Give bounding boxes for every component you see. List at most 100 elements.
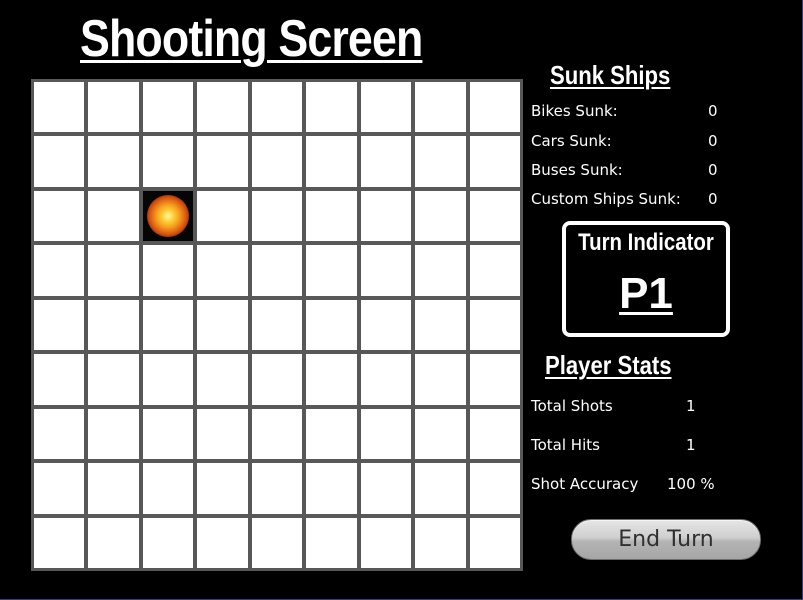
grid-cell[interactable] [469,517,520,568]
grid-cell[interactable] [360,190,412,242]
grid-cell[interactable] [88,463,139,514]
grid-cell[interactable] [88,245,139,296]
grid-cell[interactable] [415,245,466,296]
game-window: Shooting Screen Sunk Ships Bikes Sunk: 0… [0,0,803,600]
grid-cell[interactable] [469,136,520,187]
grid-cell[interactable] [142,190,194,242]
grid-cell[interactable] [360,408,412,460]
grid-cell[interactable] [197,82,248,133]
grid-cell[interactable] [142,245,194,296]
grid-cell[interactable] [34,136,85,187]
turn-indicator: Turn Indicator P1 [562,221,730,337]
grid-cell[interactable] [34,408,85,460]
grid-cell[interactable] [360,299,412,351]
shot-accuracy-value: 100 % [667,475,715,493]
grid-cell[interactable] [360,245,412,296]
grid-cell[interactable] [34,463,85,514]
grid-cell[interactable] [306,245,357,296]
grid-cell[interactable] [469,190,520,242]
grid-cell[interactable] [197,517,248,568]
grid-cell[interactable] [469,354,520,405]
cars-sunk-value: 0 [708,132,718,150]
total-hits-label: Total Hits [531,436,600,454]
grid-cell[interactable] [142,463,194,514]
grid-cell[interactable] [415,136,466,187]
grid-cell[interactable] [469,82,520,133]
grid-cell[interactable] [251,463,303,514]
grid-cell[interactable] [306,517,357,568]
grid-cell[interactable] [197,463,248,514]
grid-cell[interactable] [415,408,466,460]
grid-cell[interactable] [197,299,248,351]
grid-cell[interactable] [34,245,85,296]
grid-cell[interactable] [469,408,520,460]
buses-sunk-label: Buses Sunk: [531,161,623,179]
grid-cell[interactable] [251,517,303,568]
grid-cell[interactable] [197,190,248,242]
grid-cell[interactable] [34,190,85,242]
grid-cell[interactable] [306,354,357,405]
grid-cell[interactable] [415,517,466,568]
grid-cell[interactable] [34,82,85,133]
bikes-sunk-label: Bikes Sunk: [531,102,618,120]
grid-cell[interactable] [360,354,412,405]
grid-cell[interactable] [415,354,466,405]
explosion-icon [146,194,190,238]
grid-cell[interactable] [197,354,248,405]
cars-sunk-label: Cars Sunk: [531,132,612,150]
grid-cell[interactable] [251,354,303,405]
grid-cell[interactable] [34,299,85,351]
grid-cell[interactable] [142,408,194,460]
grid-cell[interactable] [306,82,357,133]
grid-cell[interactable] [88,190,139,242]
grid-cell[interactable] [88,136,139,187]
grid-cell[interactable] [197,245,248,296]
grid-cell[interactable] [306,299,357,351]
sunk-ships-heading: Sunk Ships [550,60,671,90]
custom-ships-sunk-label: Custom Ships Sunk: [531,190,681,208]
grid-cell[interactable] [251,190,303,242]
grid-cell[interactable] [360,517,412,568]
shooting-grid [31,79,523,571]
grid-cell[interactable] [88,408,139,460]
total-shots-value: 1 [686,397,696,415]
grid-cell[interactable] [415,190,466,242]
grid-cell[interactable] [251,408,303,460]
grid-cell[interactable] [197,136,248,187]
grid-cell[interactable] [142,82,194,133]
grid-cell[interactable] [360,463,412,514]
grid-cell[interactable] [88,354,139,405]
buses-sunk-value: 0 [708,161,718,179]
grid-cell[interactable] [142,354,194,405]
grid-cell[interactable] [197,408,248,460]
grid-cell[interactable] [251,82,303,133]
grid-cell[interactable] [88,299,139,351]
grid-cell[interactable] [142,136,194,187]
grid-cell[interactable] [469,463,520,514]
grid-cell[interactable] [306,463,357,514]
grid-cell[interactable] [415,463,466,514]
shot-accuracy-label: Shot Accuracy [531,475,639,493]
total-shots-label: Total Shots [531,397,613,415]
grid-cell[interactable] [360,82,412,133]
grid-cell[interactable] [306,136,357,187]
grid-cell[interactable] [415,82,466,133]
grid-cell[interactable] [360,136,412,187]
grid-cell[interactable] [142,299,194,351]
grid-cell[interactable] [415,299,466,351]
grid-cell[interactable] [34,354,85,405]
grid-cell[interactable] [142,517,194,568]
grid-cell[interactable] [251,136,303,187]
grid-cell[interactable] [34,517,85,568]
end-turn-button[interactable]: End Turn [571,519,761,560]
grid-cell[interactable] [88,517,139,568]
grid-cell[interactable] [251,245,303,296]
grid-cell[interactable] [251,299,303,351]
turn-indicator-title: Turn Indicator [578,229,714,256]
total-hits-value: 1 [686,436,696,454]
grid-cell[interactable] [306,408,357,460]
grid-cell[interactable] [469,245,520,296]
grid-cell[interactable] [469,299,520,351]
grid-cell[interactable] [306,190,357,242]
grid-cell[interactable] [88,82,139,133]
